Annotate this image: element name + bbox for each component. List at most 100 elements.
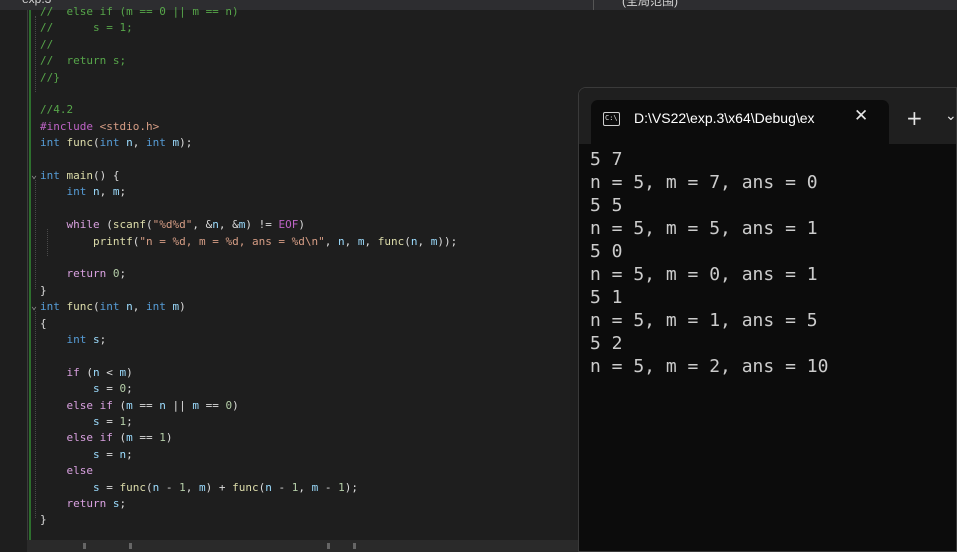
code-line[interactable]: if (n < m) [40, 365, 133, 381]
code-token: while [66, 218, 107, 232]
code-token: s [93, 333, 100, 346]
code-token: , [99, 185, 113, 199]
terminal-tab[interactable]: C:\ D:\VS22\exp.3\x64\Debug\ex ✕ [591, 100, 889, 144]
code-line[interactable]: s = n; [40, 447, 133, 463]
code-token: ( [146, 218, 153, 232]
code-token: //4.2 [40, 103, 74, 117]
terminal-line: 5 5 [590, 195, 623, 216]
code-token: m [357, 234, 365, 248]
code-line[interactable]: s = 0; [40, 381, 133, 397]
code-token: // return s; [40, 54, 127, 68]
code-token: ( [93, 136, 100, 150]
code-token: , [298, 480, 312, 494]
code-token: // else if (m == 0 || m == n) [40, 5, 239, 18]
code-token: - [159, 480, 180, 494]
terminal-line: n = 5, m = 2, ans = 10 [590, 356, 829, 377]
scroll-marker [353, 543, 356, 549]
code-token: = [99, 382, 120, 396]
code-line[interactable]: //4.2 [40, 102, 73, 118]
code-token: n [265, 480, 272, 494]
terminal-line: n = 5, m = 5, ans = 1 [590, 218, 818, 239]
code-token: } [40, 513, 47, 527]
code-token: , [132, 136, 146, 150]
code-token: ; [126, 447, 133, 461]
code-line[interactable]: int main() { [40, 168, 120, 184]
code-token: , & [218, 218, 239, 232]
code-token: ( [106, 218, 113, 232]
tab-divider [593, 0, 594, 10]
code-line[interactable]: int s; [40, 332, 107, 348]
code-token: ( [86, 365, 93, 379]
code-token: m [192, 398, 199, 412]
code-token: = [99, 447, 120, 461]
code-line[interactable]: else if (m == 1) [40, 430, 173, 446]
code-token: main [66, 169, 94, 182]
code-line[interactable]: else [40, 463, 94, 479]
code-token: scanf [112, 218, 146, 232]
code-token: ) [298, 218, 305, 232]
indent-guide [35, 16, 37, 92]
code-token: func [232, 480, 259, 494]
code-token: m [112, 185, 120, 199]
code-line[interactable]: // else if (m == 0 || m == n) [40, 4, 239, 20]
code-token: () { [93, 169, 120, 182]
code-token: ) [165, 431, 173, 445]
code-line[interactable]: // s = 1; [40, 20, 133, 36]
scroll-marker [129, 543, 132, 549]
code-token: func [119, 480, 146, 494]
horizontal-scrollbar[interactable] [27, 540, 587, 552]
code-token: , [132, 300, 146, 314]
code-token: 1 [338, 480, 345, 494]
code-token: 1 [179, 480, 186, 494]
code-line[interactable]: // return s; [40, 53, 126, 69]
code-token: ; [119, 185, 127, 199]
code-line[interactable]: //} [40, 70, 60, 86]
code-token: { [40, 316, 47, 330]
code-token: m [126, 398, 133, 412]
code-line[interactable]: // [40, 37, 53, 53]
code-line[interactable]: return 0; [40, 266, 127, 282]
code-line[interactable]: } [40, 283, 47, 299]
terminal-window[interactable]: C:\ D:\VS22\exp.3\x64\Debug\ex ✕ + ⌄ 5 7… [578, 87, 957, 552]
code-line[interactable]: printf("n = %d, m = %d, ans = %d\n", n, … [40, 234, 457, 250]
code-token: int [99, 300, 127, 314]
code-line[interactable]: while (scanf("%d%d", &n, &m) != EOF) [40, 217, 306, 233]
new-tab-button[interactable]: + [906, 106, 923, 130]
code-line[interactable]: int func(int n, int m); [40, 135, 192, 151]
code-line[interactable]: s = 1; [40, 414, 133, 430]
code-line[interactable]: return s; [40, 496, 127, 512]
code-token: int [40, 300, 67, 314]
code-token: s [92, 447, 100, 461]
code-token: ) + [205, 480, 233, 494]
indent-guide [47, 229, 49, 256]
code-line[interactable]: #include <stdio.h> [40, 119, 159, 135]
code-token: else [66, 464, 94, 478]
code-token: ) [232, 398, 239, 412]
terminal-titlebar: C:\ D:\VS22\exp.3\x64\Debug\ex ✕ + ⌄ [579, 88, 956, 144]
code-line[interactable]: } [40, 512, 47, 528]
code-token: < [99, 365, 120, 379]
scope-dropdown[interactable]: (全局范围) [622, 0, 678, 9]
close-icon[interactable]: ✕ [854, 106, 868, 126]
code-token: EOF [278, 218, 299, 232]
code-token: ; [99, 333, 107, 346]
code-line[interactable]: else if (m == n || m == 0) [40, 398, 239, 414]
code-token: printf [92, 234, 133, 248]
code-token: , [364, 234, 378, 248]
code-token: , & [192, 218, 213, 232]
code-line[interactable]: s = func(n - 1, m) + func(n - 1, m - 1); [40, 480, 358, 496]
indent-guide [35, 311, 37, 519]
chevron-down-icon[interactable]: ⌄ [945, 108, 956, 124]
code-token: int [66, 333, 93, 346]
code-token: "%d%d" [152, 218, 193, 232]
terminal-line: n = 5, m = 1, ans = 5 [590, 310, 818, 331]
code-line[interactable]: { [40, 316, 47, 332]
gutter-divider [27, 10, 28, 552]
code-line[interactable]: int n, m; [40, 184, 127, 200]
code-line[interactable]: int func(int n, int m) [40, 299, 186, 315]
